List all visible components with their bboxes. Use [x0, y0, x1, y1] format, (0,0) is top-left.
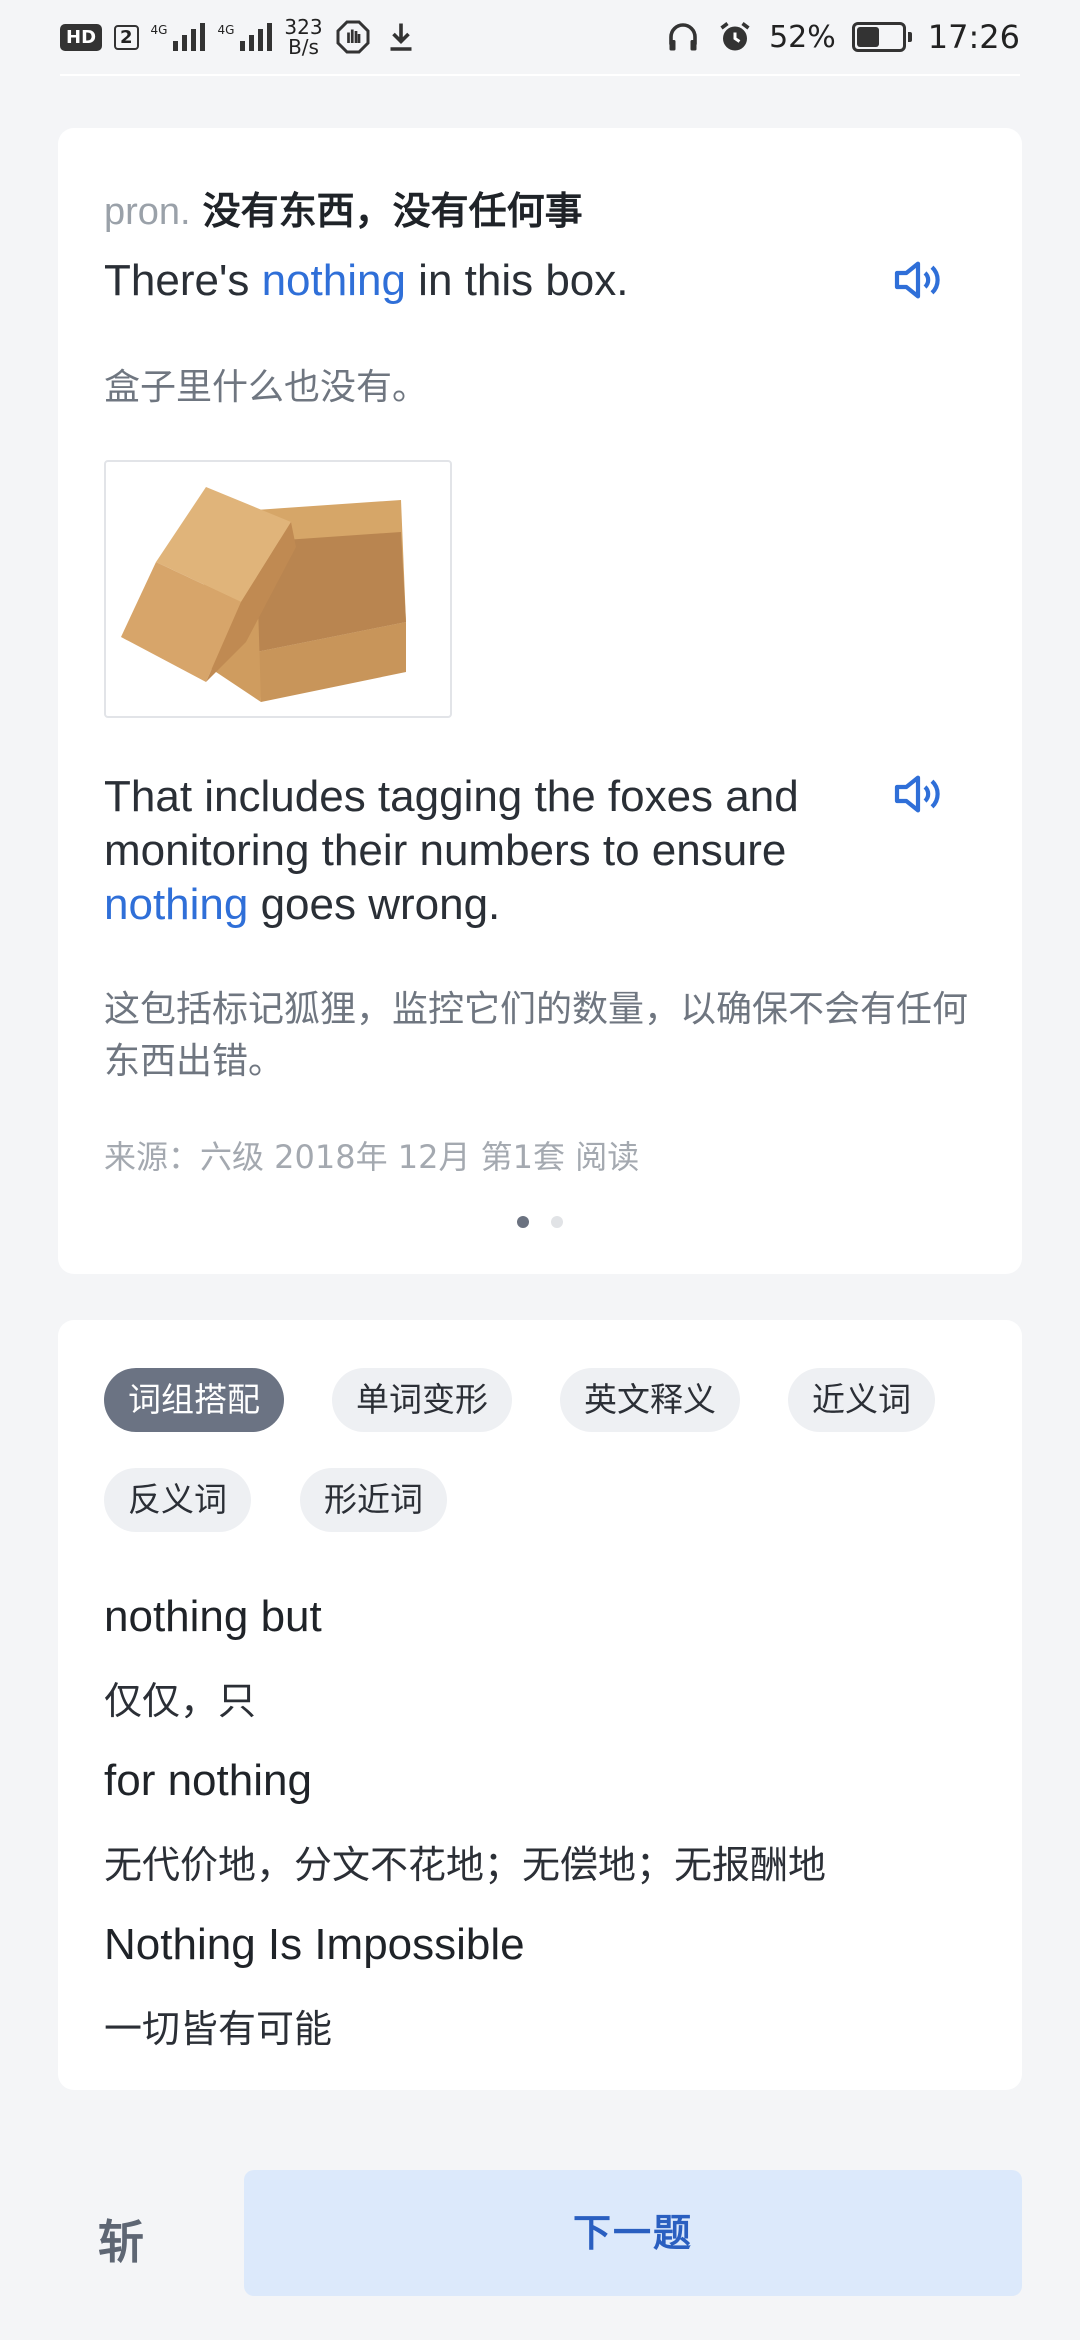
box-illustration: [104, 460, 452, 718]
tab-synonyms[interactable]: 近义词: [788, 1368, 935, 1432]
part-of-speech: pron.: [104, 191, 191, 233]
example-translation-1: 盒子里什么也没有。: [104, 367, 429, 408]
speaker-icon[interactable]: [890, 766, 946, 822]
download-icon: [390, 23, 412, 51]
phrase-list: nothing but 仅仅，只 for nothing 无代价地，分文不花地；…: [58, 1570, 1022, 2090]
phrase-chinese: 仅仅，只: [104, 1679, 257, 1723]
hand-icon: [336, 20, 370, 54]
definition: pron. 没有东西，没有任何事: [104, 180, 583, 235]
phrase-chinese: 无代价地，分文不花地；无偿地；无报酬地: [104, 1843, 827, 1887]
hd-voice-icon: HD: [60, 23, 103, 51]
tabs-card: 词组搭配 单词变形 英文释义 近义词 反义词 形近词: [58, 1320, 1022, 1570]
network-type-label: 4G: [150, 23, 168, 37]
battery-percent: 52%: [769, 19, 836, 55]
phrase-english: nothing but: [104, 1592, 322, 1641]
tab-similar-words[interactable]: 形近词: [300, 1468, 447, 1532]
example-sentence-2: That includes tagging the foxes and moni…: [104, 772, 799, 929]
speaker-icon[interactable]: [890, 252, 946, 308]
chop-button[interactable]: 斩: [98, 2206, 144, 2272]
net-speed: 323 B/s: [284, 15, 323, 59]
network-type-label-2: 4G: [217, 23, 235, 37]
headphones-icon: [669, 23, 697, 51]
pager-dot[interactable]: [517, 1216, 529, 1228]
tab-word-forms[interactable]: 单词变形: [332, 1368, 512, 1432]
sim-2-icon: 2: [114, 24, 139, 50]
example-source: 来源：六级 2018年 12月 第1套 阅读: [104, 1138, 640, 1176]
cell-signal-icon: 4G: [151, 23, 206, 51]
keyword-highlight: nothing: [104, 880, 249, 929]
alarm-icon: [720, 22, 750, 51]
example-card[interactable]: pron. 没有东西，没有任何事 There's nothing in this …: [58, 128, 1022, 1274]
battery-icon: [851, 22, 912, 52]
tab-english-definition[interactable]: 英文释义: [560, 1368, 740, 1432]
cell-signal-2-icon: 4G: [217, 23, 273, 51]
phrase-english: Nothing Is Impossible: [104, 1920, 525, 1969]
tab-antonyms[interactable]: 反义词: [104, 1468, 251, 1532]
divider: [60, 74, 1020, 76]
phrase-chinese: 一切皆有可能: [104, 2007, 333, 2051]
definition-text: 没有东西，没有任何事: [202, 189, 583, 233]
phrase-english: for nothing: [104, 1756, 312, 1805]
example-sentence-1: There's nothing in this box.: [104, 256, 629, 305]
clock: 17:26: [927, 18, 1020, 56]
example-translation-2: 这包括标记狐狸，监控它们的数量，以确保不会有任何东西出错。: [104, 989, 969, 1082]
status-bar: HD 2 4G 4G 323 B/s 52% 17:26: [0, 0, 1080, 74]
next-question-button[interactable]: 下一题: [244, 2170, 1022, 2296]
pager-dot[interactable]: [551, 1216, 563, 1228]
pager-dots[interactable]: [58, 1216, 1022, 1228]
keyword-highlight: nothing: [261, 256, 406, 305]
tab-phrases[interactable]: 词组搭配: [104, 1368, 284, 1432]
